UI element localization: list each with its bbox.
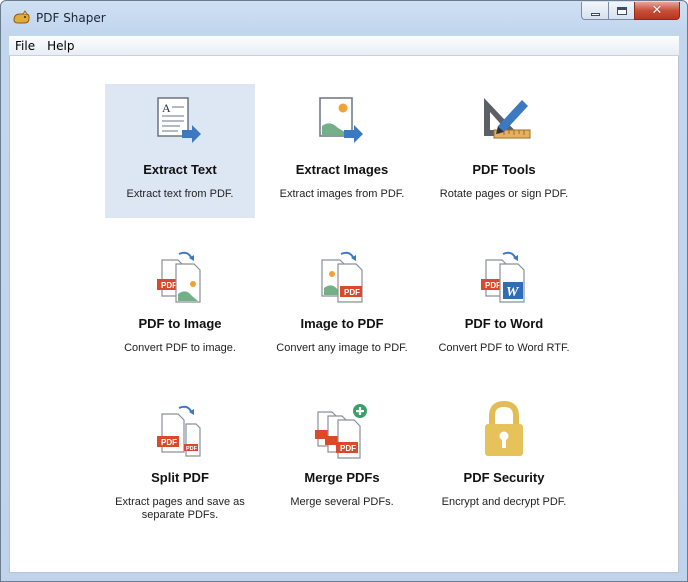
window-controls: ✕ [581,2,680,22]
tile-title: Image to PDF [300,316,384,331]
menu-file[interactable]: File [9,39,41,53]
tile-pdf-tools[interactable]: PDF Tools Rotate pages or sign PDF. [429,84,579,218]
padlock-icon [485,400,523,456]
tile-image-to-pdf[interactable]: PDF Image to PDF Convert any image to PD… [267,238,417,372]
svg-text:PDF: PDF [485,281,501,290]
pdf-tools-icon [484,98,531,139]
tile-description: Extract images from PDF. [279,188,405,200]
menu-help[interactable]: Help [41,39,80,53]
tile-description: Convert any image to PDF. [276,342,408,354]
extract-text-icon: A [157,97,201,143]
svg-text:PDF: PDF [161,438,177,447]
tile-title: Split PDF [151,470,209,485]
tile-description: Convert PDF to image. [124,342,236,354]
minimize-icon [590,12,600,16]
tile-description: Extract pages and save as separate PDFs. [115,496,245,521]
close-button[interactable]: ✕ [634,2,680,20]
app-logo-icon [13,10,30,24]
tile-extract-images[interactable]: Extract Images Extract images from PDF. [267,84,417,218]
tile-title: Extract Images [295,162,389,177]
tile-description: Rotate pages or sign PDF. [439,188,569,200]
minimize-button[interactable] [581,2,608,20]
tile-title: Merge PDFs [304,470,380,485]
window-title: PDF Shaper [36,11,106,25]
maximize-icon [616,6,627,15]
tile-pdf-to-image[interactable]: PDF PDF to Image Convert PDF to image. [105,238,255,372]
tile-description: Extract text from PDF. [126,188,234,200]
maximize-button[interactable] [608,2,634,20]
tile-split-pdf[interactable]: PDF PDF Split PDF Extract pages and save… [105,392,255,526]
svg-text:PDF: PDF [161,281,177,290]
title-bar[interactable]: PDF Shaper ✕ [1,1,687,35]
tile-description: Encrypt and decrypt PDF. [441,496,567,508]
svg-text:PDF: PDF [340,444,356,453]
tile-pdf-security[interactable]: PDF Security Encrypt and decrypt PDF. [429,392,579,526]
tile-merge-pdfs[interactable]: PDF Merge PDFs Merge several PDFs. [267,392,417,526]
image-to-pdf-icon: PDF [321,251,363,303]
tile-extract-text[interactable]: A Extract Text Extract text from PDF. [105,84,255,218]
tile-title: PDF Security [463,470,545,485]
pdf-to-word-icon: PDF W [481,251,525,303]
extract-images-icon [319,97,363,143]
tile-pdf-to-word[interactable]: PDF W PDF to Word Convert PDF to Word RT… [429,238,579,372]
pdf-to-image-icon: PDF [157,251,201,303]
tile-title: PDF to Image [138,316,222,331]
menu-bar: File Help [9,36,679,56]
tile-description: Convert PDF to Word RTF. [438,342,570,354]
split-pdf-icon: PDF PDF [157,405,201,457]
tile-description: Merge several PDFs. [290,496,394,508]
svg-text:W: W [506,285,520,300]
app-window: PDF Shaper ✕ File Help A Extract Text Ex [0,0,688,582]
tile-title: PDF Tools [472,162,536,177]
svg-text:A: A [162,101,171,115]
merge-pdfs-icon: PDF [315,404,367,459]
svg-text:PDF: PDF [344,288,360,297]
close-icon: ✕ [651,3,663,18]
svg-text:PDF: PDF [186,446,198,452]
tile-title: Extract Text [143,162,217,177]
tile-title: PDF to Word [464,316,544,331]
tool-grid: A Extract Text Extract text from PDF. Ex… [9,56,679,573]
